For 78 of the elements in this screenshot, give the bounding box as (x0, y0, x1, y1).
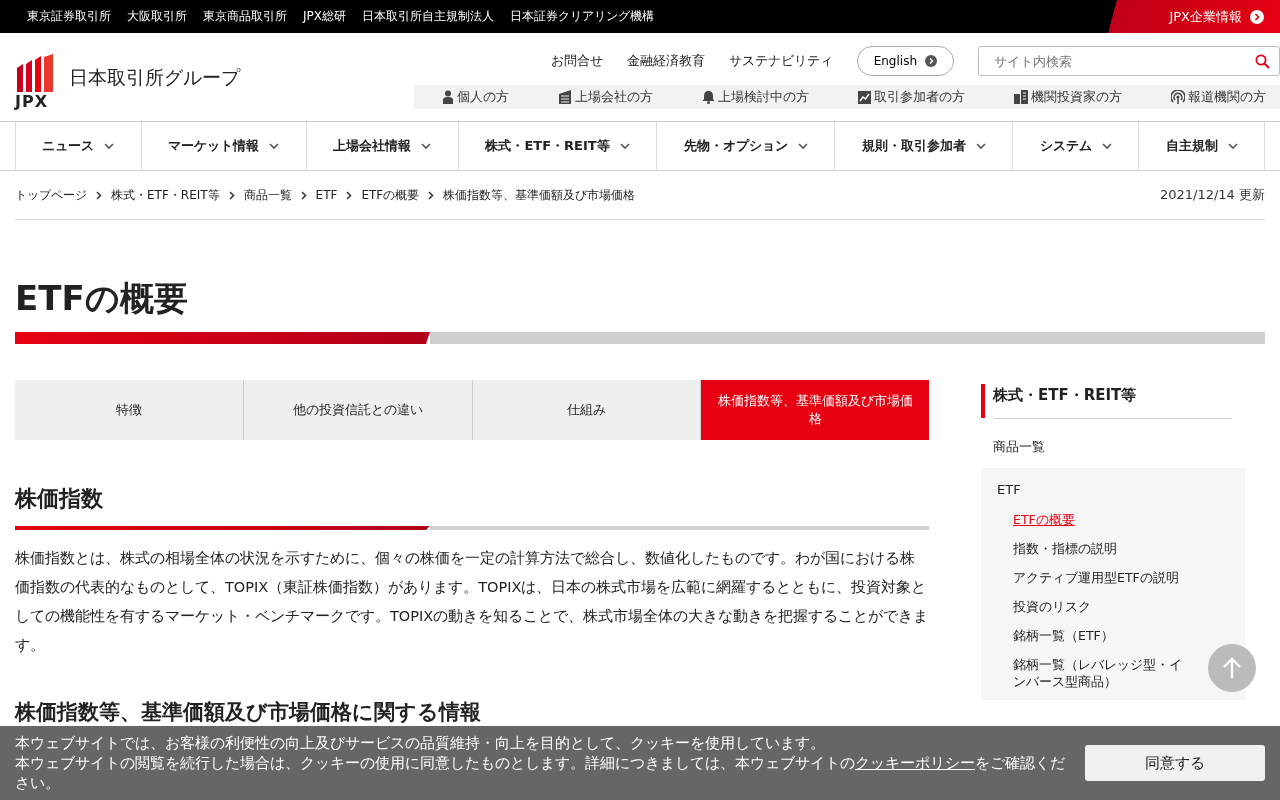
logo-icon (15, 54, 55, 92)
breadcrumb-link[interactable]: 株式・ETF・REIT等 (111, 186, 220, 204)
search-field[interactable]: サイト内検索 (978, 46, 1280, 76)
audience-link[interactable]: 取引参加者の方 (858, 88, 965, 106)
update-date: 2021/12/14 更新 (1159, 186, 1265, 204)
cookie-policy-link[interactable]: クッキーポリシー (855, 755, 975, 771)
arrow-up-icon (1222, 657, 1242, 679)
office-icon (1014, 90, 1028, 104)
chevron-right-icon (346, 190, 353, 200)
main-nav-item[interactable]: マーケット情報 (140, 122, 306, 170)
chevron-right-icon (300, 190, 307, 200)
tab[interactable]: 特徴 (15, 380, 244, 440)
chevron-down-icon (421, 142, 432, 150)
audience-link[interactable]: 機関投資家の方 (1014, 88, 1122, 106)
audience-link[interactable]: 報道機関の方 (1171, 88, 1266, 106)
utility-link[interactable]: 金融経済教育 (626, 52, 705, 70)
breadcrumb-link[interactable]: ETFの概要 (361, 186, 420, 204)
audience-link[interactable]: 上場会社の方 (558, 88, 653, 106)
sidebar-item[interactable]: 指数・指標の説明 (997, 534, 1117, 563)
tab[interactable]: 株価指数等、基準価額及び市場価格 (701, 380, 929, 440)
cookie-notice-text: 本ウェブサイトでは、お客様の利便性の向上及びサービスの品質維持・向上を目的として、クッキーを使用しています。 (15, 734, 826, 753)
main-nav-item[interactable]: 上場会社情報 (305, 122, 458, 170)
group-site-link[interactable]: 東京商品取引所 (203, 8, 287, 25)
logo-text: 日本取引所グループ (69, 65, 240, 90)
page-title: ETFの概要 (15, 277, 189, 320)
sidebar-item[interactable]: 銘柄一覧（レバレッジ型・インバース型商品） (997, 650, 1183, 696)
sidebar-item[interactable]: 投資のリスク (997, 592, 1091, 621)
language-button[interactable]: English (856, 46, 954, 76)
breadcrumb-link[interactable]: 商品一覧 (243, 186, 292, 204)
sidebar-link[interactable]: 商品一覧 (981, 438, 1245, 456)
group-site-link[interactable]: JPX総研 (303, 8, 346, 25)
accept-button[interactable]: 同意する (1085, 745, 1265, 781)
building-icon (558, 90, 572, 104)
breadcrumb-link[interactable]: 株価指数等、基準価額及び市場価格 (443, 186, 636, 204)
chevron-down-icon (1227, 142, 1238, 150)
chevron-down-icon (269, 142, 280, 150)
chevron-circle-icon (925, 55, 937, 67)
chevron-right-icon (428, 190, 435, 200)
audience-link[interactable]: 上場検討中の方 (702, 88, 809, 106)
breadcrumb-link[interactable]: ETF (315, 188, 338, 202)
group-site-link[interactable]: 日本証券クリアリング機構 (510, 8, 654, 25)
chart-icon (858, 90, 871, 104)
chevron-right-icon (96, 190, 102, 200)
main-nav-item[interactable]: 規則・取引参加者 (834, 122, 1013, 170)
main-nav-item[interactable]: システム (1012, 122, 1138, 170)
sidebar-group-link[interactable]: ETF (997, 482, 1229, 497)
chevron-circle-icon (1250, 9, 1264, 24)
section-heading: 株価指数 (15, 485, 104, 513)
sidebar-item[interactable]: 銘柄一覧（ETF） (997, 621, 1114, 650)
sidebar-item[interactable]: アクティブ運用型ETFの説明 (997, 563, 1179, 592)
cookie-notice-text: 本ウェブサイトの閲覧を続行した場合は、クッキーの使用に同意したものとします。詳細につきましては、本ウェブサイトのクッキーポリシー をご確認ください。 (15, 754, 1066, 793)
group-site-link[interactable]: 東京証券取引所 (27, 8, 111, 25)
body-paragraph: 株価指数とは、株式の相場全体の状況を示すために、個々の株価を一定の計算方法で総合し、数値化したものです。わが国における株価指数の代表的なものとして、TOPIX（東証株価指数）があります。TOPIXは、日本の株式市場を広範に網羅するとともに、投資対象としての機能性を有するマーケット・ベンチマークです。TOPIXの動きを知ることで、株式市場全体の大きな動きを把握することができます。 (15, 549, 929, 655)
chevron-right-icon (228, 190, 235, 200)
person-icon (442, 90, 454, 104)
utility-link[interactable]: お問合せ (550, 52, 603, 70)
search-icon (1255, 54, 1270, 69)
main-nav-item[interactable]: 自主規制 (1138, 122, 1265, 170)
main-nav-item[interactable]: 株式・ETF・REIT等 (457, 122, 657, 170)
main-nav-item[interactable]: ニュース (15, 122, 141, 170)
chevron-down-icon (975, 142, 986, 150)
main-nav-item[interactable]: 先物・オプション (656, 122, 835, 170)
audience-link[interactable]: 個人の方 (442, 88, 509, 106)
chevron-down-icon (1101, 142, 1112, 150)
chevron-down-icon (619, 142, 630, 150)
chevron-down-icon (104, 142, 115, 150)
group-site-link[interactable]: 大阪取引所 (127, 8, 187, 25)
chevron-down-icon (797, 142, 808, 150)
section-heading: 株価指数等、基準価額及び市場価格に関する情報 (15, 699, 482, 726)
utility-link[interactable]: サステナビリティ (728, 52, 833, 70)
sidebar-title: 株式・ETF・REIT等 (981, 384, 1245, 418)
group-site-link[interactable]: 日本取引所自主規制法人 (362, 8, 494, 25)
broadcast-icon (1171, 90, 1185, 104)
bell-icon (702, 90, 715, 104)
breadcrumb-link[interactable]: トップページ (15, 186, 87, 204)
sidebar-item[interactable]: ETFの概要 (997, 505, 1075, 534)
logo-mark-text: JPX (15, 92, 48, 111)
tab[interactable]: 他の投資信託との違い (243, 380, 473, 440)
